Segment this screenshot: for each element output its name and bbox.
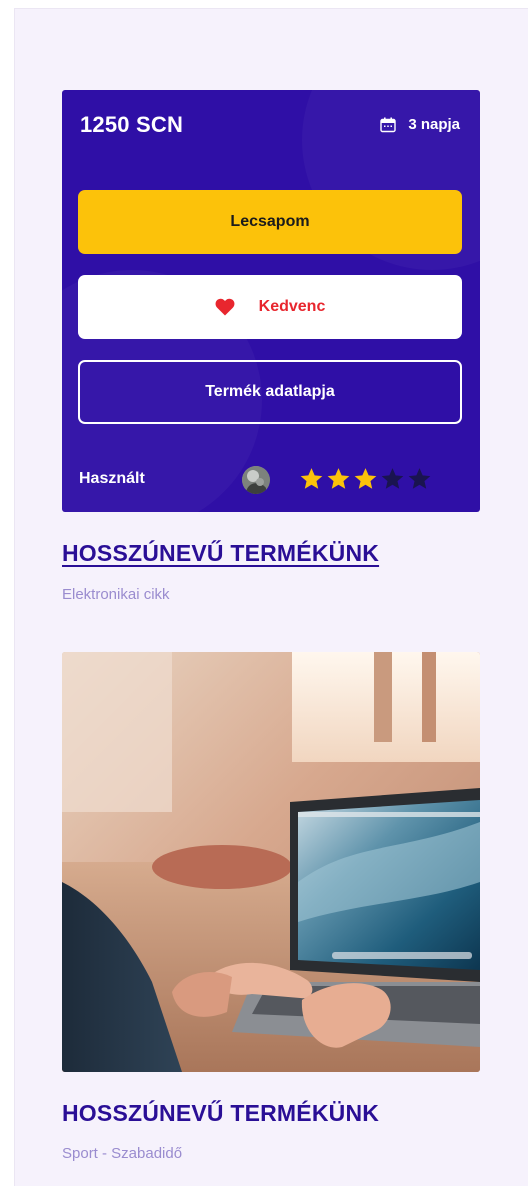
heart-icon bbox=[215, 298, 235, 316]
laptop-photo bbox=[62, 652, 480, 1072]
avatar-image bbox=[242, 466, 270, 494]
calendar-icon bbox=[380, 117, 397, 132]
product-details-label: Termék adatlapja bbox=[205, 383, 335, 400]
star-icon bbox=[354, 468, 377, 489]
star-icon bbox=[381, 468, 404, 489]
product-category: Elektronikai cikk bbox=[62, 586, 170, 603]
days-left-label: 3 napja bbox=[408, 116, 460, 133]
price-label: 1250 SCN bbox=[80, 112, 184, 137]
star-icon bbox=[300, 468, 323, 489]
product-image[interactable] bbox=[62, 652, 480, 1072]
product-details-button[interactable]: Termék adatlapja bbox=[78, 360, 462, 424]
product-title-link[interactable]: HOSSZÚNEVŰ TERMÉKÜNK bbox=[62, 540, 379, 567]
star-icon bbox=[327, 468, 350, 489]
condition-label: Használt bbox=[79, 470, 145, 487]
product-category: Sport - Szabadidő bbox=[62, 1145, 183, 1162]
star-icon bbox=[408, 468, 431, 489]
product-title[interactable]: HOSSZÚNEVŰ TERMÉKÜNK bbox=[62, 1100, 379, 1127]
favorite-button[interactable]: Kedvenc bbox=[78, 275, 462, 339]
page: 1250 SCN 3 napja Lecsapom Kedvenc Termék… bbox=[0, 0, 528, 1186]
promo-card: 1250 SCN 3 napja Lecsapom Kedvenc Termék… bbox=[62, 90, 480, 512]
rating-stars bbox=[298, 466, 433, 492]
favorite-label: Kedvenc bbox=[258, 298, 326, 315]
avatar[interactable] bbox=[242, 466, 270, 494]
grab-deal-label: Lecsapom bbox=[230, 213, 310, 230]
grab-deal-button[interactable]: Lecsapom bbox=[78, 190, 462, 254]
days-left: 3 napja bbox=[380, 116, 460, 133]
